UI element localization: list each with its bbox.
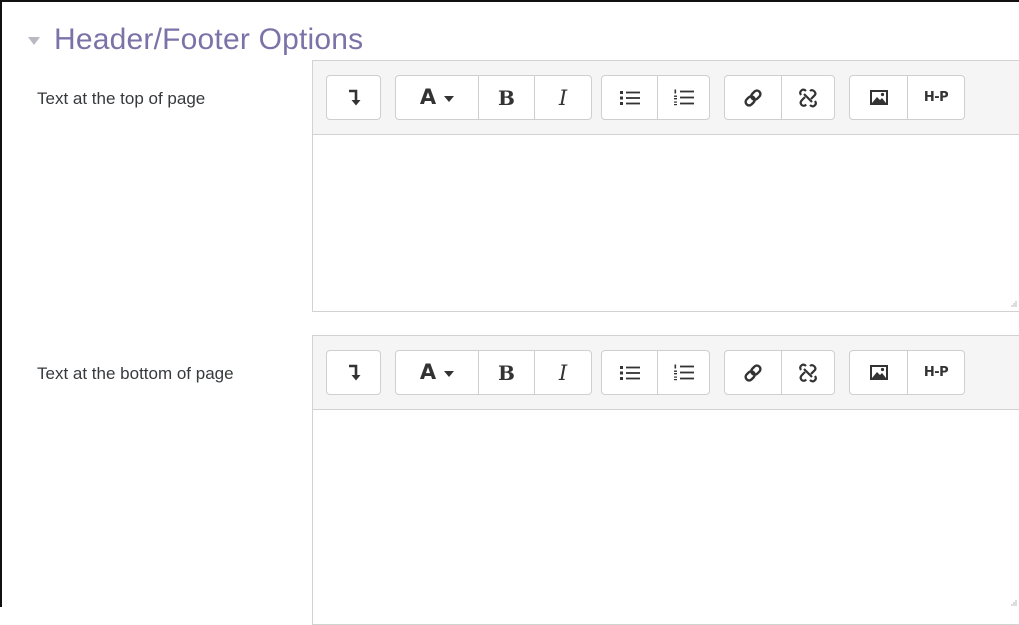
toolbar-group-lists bbox=[601, 75, 710, 120]
unordered-list-icon bbox=[619, 90, 640, 105]
field-label-top-text: Text at the top of page bbox=[37, 89, 206, 108]
ordered-list-button[interactable] bbox=[657, 351, 709, 394]
unlink-button[interactable] bbox=[781, 351, 834, 394]
toolbar-group-media: H-P bbox=[849, 75, 965, 120]
section-header-toggle[interactable]: Header/Footer Options bbox=[22, 20, 363, 60]
bottom-text-input-area[interactable] bbox=[313, 410, 1019, 624]
bold-button[interactable]: B bbox=[478, 351, 534, 394]
toolbar-group-collapse bbox=[326, 75, 381, 120]
font-style-icon: A bbox=[419, 360, 437, 384]
toolbar-group-links bbox=[724, 75, 835, 120]
page-frame: Header/Footer Options Text at the top of… bbox=[0, 0, 1019, 625]
image-icon bbox=[869, 365, 888, 380]
editor-bottom-text: A B I H-P bbox=[312, 335, 1019, 625]
toolbar-group-lists bbox=[601, 350, 710, 395]
ordered-list-button[interactable] bbox=[657, 76, 709, 119]
h5p-button[interactable]: H-P bbox=[907, 351, 964, 394]
h5p-button[interactable]: H-P bbox=[907, 76, 964, 119]
toolbar-group-text: A B I bbox=[395, 75, 592, 120]
font-style-button[interactable]: A bbox=[396, 76, 478, 119]
editor-top-text: A B I H-P bbox=[312, 60, 1019, 312]
field-label-bottom-text: Text at the bottom of page bbox=[37, 364, 234, 383]
chevron-down-icon bbox=[444, 95, 455, 102]
italic-icon: I bbox=[558, 85, 568, 110]
editor-toolbar: A B I H-P bbox=[313, 61, 1019, 135]
toolbar-group-collapse bbox=[326, 350, 381, 395]
h5p-icon: H-P bbox=[923, 365, 949, 380]
unlink-icon bbox=[799, 363, 817, 382]
editor-toolbar: A B I H-P bbox=[313, 336, 1019, 410]
resize-grip-icon[interactable] bbox=[1011, 600, 1017, 606]
toolbar-group-links bbox=[724, 350, 835, 395]
italic-button[interactable]: I bbox=[534, 351, 591, 394]
collapse-toolbar-icon bbox=[348, 89, 360, 105]
collapse-toolbar-button[interactable] bbox=[327, 351, 380, 394]
unlink-icon bbox=[799, 88, 817, 107]
italic-icon: I bbox=[558, 360, 568, 385]
unordered-list-button[interactable] bbox=[602, 76, 657, 119]
image-icon bbox=[869, 90, 888, 105]
link-button[interactable] bbox=[725, 76, 781, 119]
section-title: Header/Footer Options bbox=[54, 23, 364, 56]
unlink-button[interactable] bbox=[781, 76, 834, 119]
unordered-list-icon bbox=[619, 365, 640, 380]
ordered-list-icon bbox=[673, 89, 694, 106]
collapse-toolbar-icon bbox=[348, 364, 360, 380]
bold-icon: B bbox=[498, 85, 515, 110]
image-button[interactable] bbox=[850, 351, 907, 394]
resize-grip-icon[interactable] bbox=[1011, 301, 1017, 307]
bold-button[interactable]: B bbox=[478, 76, 534, 119]
toolbar-group-text: A B I bbox=[395, 350, 592, 395]
italic-button[interactable]: I bbox=[534, 76, 591, 119]
caret-down-icon bbox=[28, 37, 40, 45]
top-text-input-area[interactable] bbox=[313, 135, 1019, 311]
toolbar-group-media: H-P bbox=[849, 350, 965, 395]
font-style-button[interactable]: A bbox=[396, 351, 478, 394]
image-button[interactable] bbox=[850, 76, 907, 119]
link-icon bbox=[744, 88, 762, 107]
font-style-icon: A bbox=[419, 85, 437, 109]
link-icon bbox=[744, 363, 762, 382]
bold-icon: B bbox=[498, 360, 515, 385]
collapse-toolbar-button[interactable] bbox=[327, 76, 380, 119]
chevron-down-icon bbox=[444, 370, 455, 377]
ordered-list-icon bbox=[673, 364, 694, 381]
link-button[interactable] bbox=[725, 351, 781, 394]
unordered-list-button[interactable] bbox=[602, 351, 657, 394]
h5p-icon: H-P bbox=[923, 90, 949, 105]
